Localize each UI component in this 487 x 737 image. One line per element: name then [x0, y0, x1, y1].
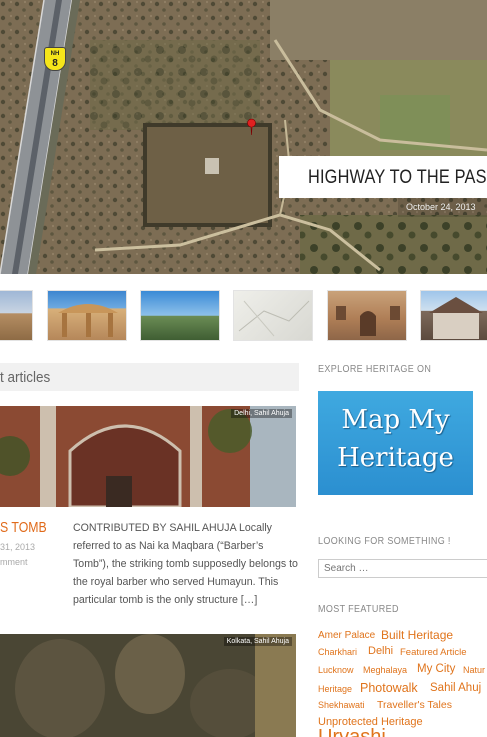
aerial-map-image [0, 0, 487, 274]
article-image-kolkata[interactable]: Kolkata, Sahil Ahuja [0, 634, 296, 737]
sculpture-graphic [0, 634, 296, 737]
thumbnail-strip [0, 290, 487, 342]
section-header-bar: t articles [0, 363, 299, 391]
map-sketch-graphic [238, 300, 310, 337]
tag-link[interactable]: Photowalk [360, 681, 418, 695]
hero-caption[interactable]: HIGHWAY TO THE PAST [279, 156, 487, 198]
map-my-heritage-banner[interactable]: Map My Heritage [318, 391, 473, 495]
road-sign-icon: NH 8 [44, 47, 66, 71]
tag-link[interactable]: Charkhari [318, 647, 357, 657]
haveli-graphic [336, 306, 400, 336]
chhatri-graphic [58, 304, 118, 337]
building-graphic [429, 297, 483, 339]
tag-link[interactable]: Traveller's Tales [377, 699, 452, 711]
tag-link[interactable]: My City [417, 663, 455, 675]
tag-link[interactable]: Delhi [368, 645, 393, 657]
tomb-graphic [0, 406, 296, 507]
widget-title-explore: EXPLORE HERITAGE ON [318, 364, 432, 375]
thumbnail-chhatri-pavilion[interactable] [47, 290, 127, 341]
thumbnail-map-sketch[interactable] [233, 290, 313, 341]
widget-title-search: LOOKING FOR SOMETHING ! [318, 536, 451, 547]
tag-link[interactable]: Sahil Ahuj [430, 682, 481, 694]
tag-link[interactable]: Meghalaya [363, 665, 407, 675]
thumbnail-hill-fort[interactable] [140, 290, 220, 341]
article-image-tag[interactable]: Delhi, Sahil Ahuja [231, 409, 292, 418]
hero-title[interactable]: HIGHWAY TO THE PAST [308, 167, 487, 189]
section-title: t articles [0, 369, 51, 386]
road-sign-number: 8 [52, 58, 58, 69]
hero-slider[interactable]: NH 8 HIGHWAY TO THE PAST October 24, 201… [0, 0, 487, 274]
tag-link[interactable]: Amer Palace [318, 630, 375, 641]
tag-link[interactable]: Lucknow [318, 665, 354, 675]
road-sign-top: NH [50, 51, 60, 57]
tag-link[interactable]: Shekhawati [318, 700, 365, 710]
article-excerpt: CONTRIBUTED BY SAHIL AHUJA Locally refer… [73, 522, 298, 606]
thumbnail-haveli-courtyard[interactable] [327, 290, 407, 341]
thumbnail-colonial-building[interactable] [420, 290, 487, 341]
article-image-barbers-tomb[interactable]: Delhi, Sahil Ahuja [0, 406, 296, 507]
article-comment-link[interactable]: mment [0, 557, 28, 567]
tag-link[interactable]: Heritage [318, 684, 352, 694]
widget-title-featured: MOST FEATURED [318, 604, 399, 615]
banner-line-2: Heritage [337, 443, 454, 473]
tag-link[interactable]: Featured Article [400, 647, 467, 658]
search-input[interactable] [318, 559, 487, 578]
tag-link[interactable]: Natur [463, 665, 485, 675]
tag-link[interactable]: Built Heritage [381, 628, 453, 642]
banner-line-1: Map My [341, 405, 450, 435]
article-date: 31, 2013 [0, 542, 36, 552]
hero-date: October 24, 2013 [398, 198, 487, 217]
article-title[interactable]: S TOMB [0, 519, 47, 536]
article-image-tag[interactable]: Kolkata, Sahil Ahuja [223, 637, 292, 646]
thumbnail-fort-ramparts[interactable] [0, 290, 33, 341]
tag-link[interactable]: Urvashi [318, 726, 386, 737]
